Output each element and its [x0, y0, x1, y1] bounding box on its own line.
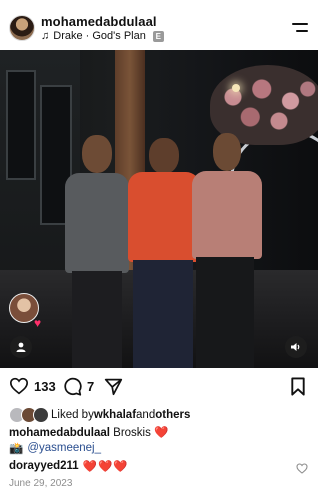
send-icon [104, 378, 123, 396]
comment-username[interactable]: dorayyed211 [9, 460, 79, 472]
caption-username[interactable]: mohamedabdulaal [9, 427, 110, 439]
comment-preview: dorayyed211 ❤️❤️❤️ [9, 459, 309, 473]
liker-avatars [9, 407, 51, 423]
sound-button[interactable] [285, 336, 307, 358]
tagged-users-button[interactable] [10, 336, 32, 358]
avatar [33, 407, 49, 423]
heart-outline-icon [296, 463, 308, 474]
post-caption: mohamedabdulaal Broskis ❤️ [9, 425, 169, 439]
comments-count: 7 [87, 379, 95, 394]
likes-and: and [136, 409, 156, 421]
person-icon [16, 342, 26, 352]
comment-button[interactable]: 7 [63, 377, 94, 396]
window [6, 70, 36, 180]
liker-username[interactable]: wkhalaf [94, 409, 136, 421]
menu-icon[interactable] [292, 22, 308, 34]
camera-emoji: 📸 [9, 443, 24, 455]
volume-icon [291, 343, 300, 351]
heart-icon: ♥ [34, 316, 42, 330]
share-button[interactable] [104, 377, 123, 396]
profile-avatar[interactable] [9, 15, 35, 41]
comment-text: ❤️❤️❤️ [82, 461, 129, 473]
caption-text: Broskis [109, 427, 155, 439]
music-info[interactable]: ♫ Drake · God's Plan E [41, 30, 164, 42]
heart-outline-icon [9, 377, 29, 395]
post-photo[interactable]: ♥ [0, 50, 318, 368]
explicit-badge: E [152, 30, 164, 42]
post-date: June 29, 2023 [9, 478, 73, 489]
comment-like-button[interactable] [296, 461, 308, 479]
person-left [60, 135, 135, 368]
mention-row: 📸 @yasmeenej_ [9, 441, 101, 455]
action-bar: 133 7 [0, 375, 318, 401]
lamp-light [232, 84, 240, 92]
post-header: mohamedabdulaal ♫ Drake · God's Plan E [0, 0, 318, 50]
likes-others[interactable]: others [155, 409, 190, 421]
likes-count: 133 [34, 378, 56, 394]
bookmark-icon [291, 377, 305, 396]
likes-prefix: Liked by [51, 409, 94, 421]
post-username[interactable]: mohamedabdulaal [41, 14, 157, 29]
music-track: Drake · God's Plan [53, 30, 146, 42]
like-button[interactable]: 133 [9, 377, 56, 395]
likes-summary[interactable]: Liked by wkhalaf and others [9, 407, 190, 423]
mention-link[interactable]: @yasmeenej_ [27, 442, 101, 454]
save-button[interactable] [290, 377, 306, 396]
person-right [190, 133, 265, 368]
music-note-icon: ♫ [41, 30, 50, 42]
caption-emoji: ❤️ [154, 427, 170, 439]
comment-bubble-icon [64, 377, 82, 396]
